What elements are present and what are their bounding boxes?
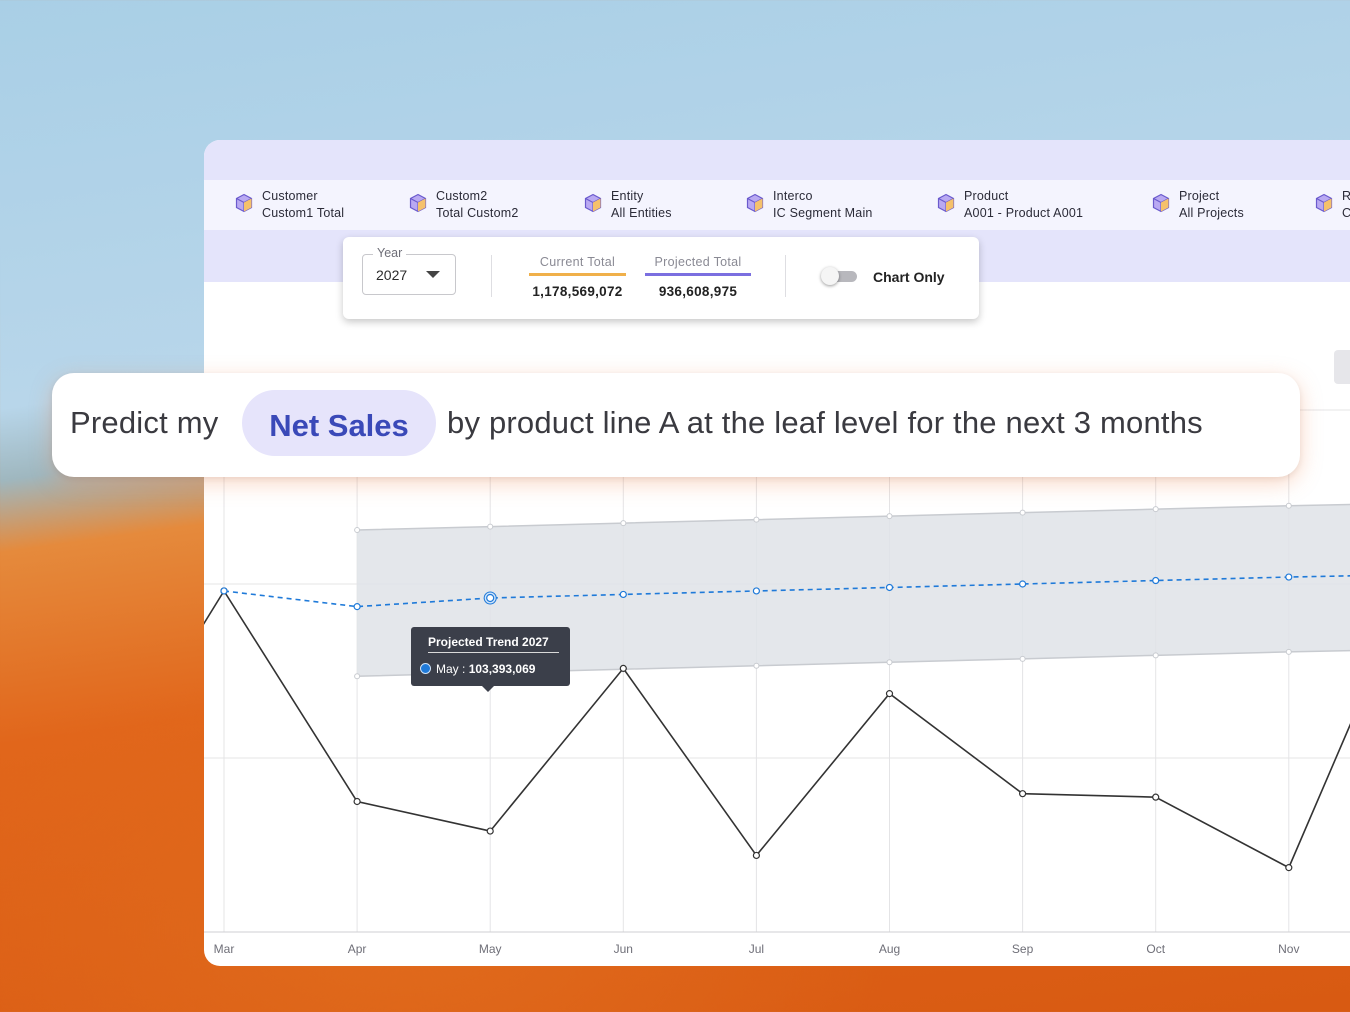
tooltip-number: 103,393,069: [468, 662, 536, 676]
x-tick-label: Jul: [749, 942, 764, 956]
tooltip-title: Projected Trend 2027: [428, 635, 559, 653]
projected-total: Projected Total 936,608,975: [645, 255, 751, 299]
controls-card: Year 2027 Current Total 1,178,569,072 Pr…: [343, 237, 979, 319]
projected-point: [1285, 573, 1293, 581]
chart-tooltip: Projected Trend 2027 May : 103,393,069: [411, 627, 570, 692]
chevron-down-icon[interactable]: [426, 271, 440, 278]
projected-point: [353, 603, 361, 611]
band-lower-point: [1152, 652, 1159, 659]
prompt-text-before: Predict my: [70, 405, 219, 440]
band-lower-point: [1019, 655, 1026, 662]
actual-point: [353, 797, 361, 806]
metric-pill[interactable]: Net Sales: [242, 390, 436, 456]
current-total: Current Total 1,178,569,072: [529, 255, 626, 299]
x-tick-label: Aug: [879, 942, 900, 956]
projected-total-value: 936,608,975: [658, 284, 738, 299]
x-tick-label: Jun: [614, 942, 633, 956]
band-lower-point: [354, 673, 361, 680]
tooltip-series-dot: [420, 663, 431, 674]
chart-only-toggle[interactable]: [821, 267, 857, 285]
highlighted-point: [486, 593, 495, 603]
projected-point: [220, 587, 228, 595]
projected-point: [752, 587, 761, 595]
band-lower-point: [886, 659, 893, 666]
projected-total-label: Projected Total: [645, 255, 751, 276]
band-lower-point: [753, 662, 760, 669]
current-total-value: 1,178,569,072: [532, 284, 623, 299]
prompt-card: Predict my Net Sales by product line A a…: [52, 373, 1300, 477]
actual-point: [1018, 790, 1027, 798]
band-upper-point: [487, 523, 494, 530]
band-lower-point: [1285, 648, 1292, 655]
year-label: Year: [373, 246, 407, 260]
chart-only-label: Chart Only: [873, 269, 945, 285]
current-total-label: Current Total: [529, 255, 626, 276]
actual-point: [619, 664, 627, 672]
tooltip-label: May :: [436, 662, 466, 676]
band-upper-point: [886, 513, 893, 520]
year-select[interactable]: Year 2027: [362, 246, 456, 295]
projected-point: [1152, 576, 1160, 585]
prompt-text-after: by product line A at the leaf level for …: [447, 405, 1203, 440]
actual-point: [1285, 864, 1293, 872]
divider: [785, 255, 786, 297]
metric-pill-label: Net Sales: [269, 408, 409, 443]
actual-point: [1152, 793, 1160, 801]
band-upper-point: [1285, 502, 1292, 509]
divider: [491, 255, 492, 297]
toggle-knob: [821, 267, 839, 285]
forecast-chart: Mar Apr May Jun Jul Aug Sep Oct Nov: [204, 409, 1350, 956]
x-tick-label: Sep: [1012, 942, 1034, 956]
band-upper-point: [753, 516, 760, 523]
x-tick-label: May: [479, 942, 502, 956]
x-tick-label: Apr: [348, 942, 367, 956]
band-upper-point: [1152, 506, 1159, 513]
projected-point: [885, 583, 894, 592]
band-upper-point: [620, 520, 627, 527]
x-tick-label: Mar: [214, 942, 235, 956]
band-upper-point: [354, 527, 361, 534]
x-tick-label: Oct: [1146, 942, 1165, 956]
tooltip-value: May : 103,393,069: [436, 662, 535, 676]
band-upper-point: [1019, 509, 1026, 516]
actual-point: [752, 851, 761, 860]
projected-point: [1018, 580, 1027, 588]
x-tick-label: Nov: [1278, 942, 1299, 956]
actual-point: [885, 690, 894, 698]
projected-point: [619, 590, 627, 599]
actual-point: [486, 827, 494, 835]
year-value: 2027: [376, 267, 408, 283]
